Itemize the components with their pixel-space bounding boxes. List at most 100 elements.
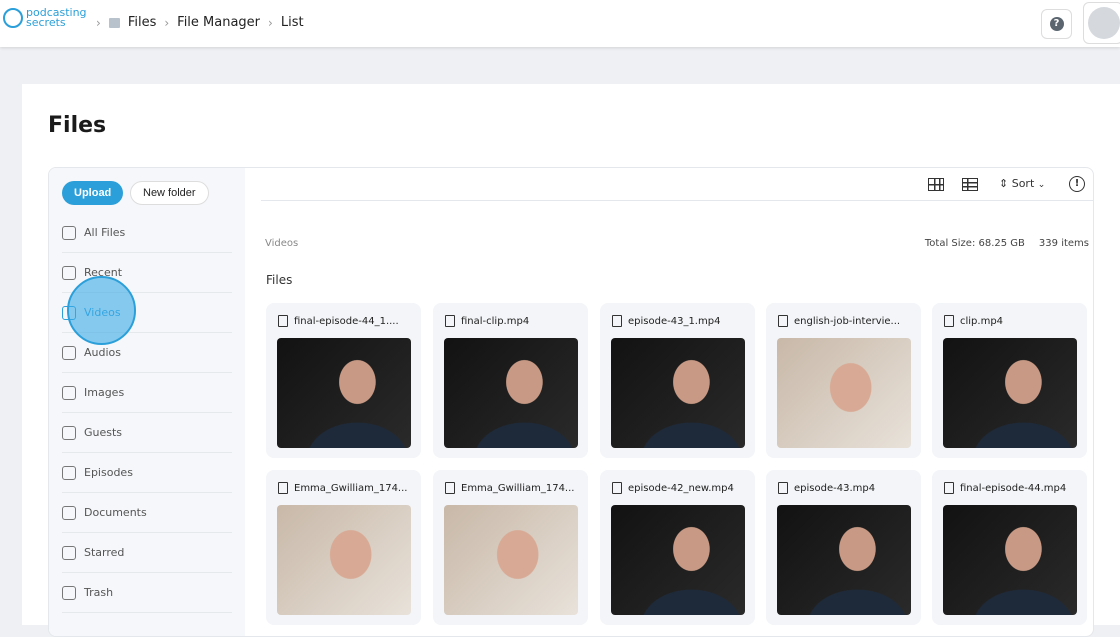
- file-name: english-job-intervie...: [778, 315, 900, 327]
- current-path: Videos: [265, 238, 299, 249]
- sidebar-item-images[interactable]: Images: [62, 373, 232, 413]
- file-name-text: episode-43_1.mp4: [628, 315, 721, 327]
- sidebar-item-label: Documents: [84, 506, 147, 519]
- sidebar-item-episodes[interactable]: Episodes: [62, 453, 232, 493]
- breadcrumb: › Files › File Manager › List: [96, 15, 304, 30]
- sidebar: Upload New folder All FilesRecentVideosA…: [49, 168, 245, 636]
- sidebar-nav: All FilesRecentVideosAudiosImagesGuestsE…: [62, 213, 232, 613]
- file-card[interactable]: clip.mp4: [932, 303, 1087, 458]
- video-file-icon: [778, 315, 788, 327]
- video-file-icon: [612, 315, 622, 327]
- sidebar-item-starred[interactable]: Starred: [62, 533, 232, 573]
- file-card[interactable]: episode-43_1.mp4: [600, 303, 755, 458]
- file-name: final-clip.mp4: [445, 315, 529, 327]
- file-name: Emma_Gwilliam_174...: [445, 482, 574, 494]
- logo[interactable]: podcasting secrets: [3, 7, 96, 28]
- user-icon: [1088, 7, 1120, 39]
- video-thumbnail[interactable]: [943, 505, 1077, 615]
- sort-button[interactable]: ⇕ Sort ⌄: [999, 177, 1045, 190]
- video-thumbnail[interactable]: [777, 338, 911, 448]
- sidebar-item-label: Starred: [84, 546, 125, 559]
- file-name-text: final-episode-44_1....: [294, 315, 399, 327]
- list-view-icon[interactable]: [962, 178, 978, 191]
- sidebar-item-all-files[interactable]: All Files: [62, 213, 232, 253]
- sidebar-item-label: Episodes: [84, 466, 133, 479]
- file-name: final-episode-44.mp4: [944, 482, 1066, 494]
- breadcrumb-file-manager[interactable]: File Manager: [177, 15, 260, 30]
- file-name: Emma_Gwilliam_174...: [278, 482, 407, 494]
- file-card[interactable]: episode-42_new.mp4: [600, 470, 755, 625]
- video-file-icon: [778, 482, 788, 494]
- file-name-text: final-episode-44.mp4: [960, 482, 1067, 494]
- file-card[interactable]: Emma_Gwilliam_174...: [433, 470, 588, 625]
- file-card[interactable]: Emma_Gwilliam_174...: [266, 470, 421, 625]
- images-icon: [62, 385, 76, 400]
- info-icon[interactable]: !: [1069, 176, 1085, 192]
- recent-icon: [62, 265, 76, 280]
- upload-button[interactable]: Upload: [62, 181, 124, 205]
- starred-icon: [62, 545, 76, 560]
- file-card[interactable]: episode-43.mp4: [766, 470, 921, 625]
- video-file-icon: [612, 482, 622, 494]
- video-thumbnail[interactable]: [444, 338, 578, 448]
- sidebar-item-label: Audios: [84, 346, 121, 359]
- item-count: 339 items: [1038, 238, 1089, 249]
- avatar[interactable]: [1083, 2, 1120, 44]
- sidebar-item-label: All Files: [84, 226, 126, 239]
- logo-icon: [3, 8, 23, 28]
- video-thumbnail[interactable]: [611, 338, 745, 448]
- video-file-icon: [944, 315, 954, 327]
- audios-icon: [62, 345, 76, 360]
- guests-icon: [62, 425, 76, 440]
- file-name: episode-43_1.mp4: [612, 315, 720, 327]
- video-file-icon: [278, 482, 288, 494]
- file-name-text: episode-43.mp4: [794, 482, 876, 494]
- file-card[interactable]: final-episode-44.mp4: [932, 470, 1087, 625]
- file-name: episode-42_new.mp4: [612, 482, 734, 494]
- sidebar-item-trash[interactable]: Trash: [62, 573, 232, 613]
- sidebar-item-documents[interactable]: Documents: [62, 493, 232, 533]
- page-title: Files: [48, 113, 107, 138]
- file-card[interactable]: final-clip.mp4: [433, 303, 588, 458]
- sidebar-item-label: Trash: [84, 586, 114, 599]
- trash-icon: [62, 585, 76, 600]
- file-name: final-episode-44_1....: [278, 315, 399, 327]
- sidebar-item-guests[interactable]: Guests: [62, 413, 232, 453]
- file-card[interactable]: final-episode-44_1....: [266, 303, 421, 458]
- all-files-icon: [62, 225, 76, 240]
- sidebar-item-label: Images: [84, 386, 125, 399]
- video-thumbnail[interactable]: [611, 505, 745, 615]
- breadcrumb-list: List: [280, 15, 304, 30]
- video-file-icon: [445, 315, 455, 327]
- file-card[interactable]: english-job-intervie...: [766, 303, 921, 458]
- documents-icon: [62, 505, 76, 520]
- chevron-right-icon: ›: [268, 15, 273, 30]
- breadcrumb-files[interactable]: Files: [128, 15, 157, 30]
- file-manager: Upload New folder All FilesRecentVideosA…: [48, 167, 1094, 637]
- video-thumbnail[interactable]: [444, 505, 578, 615]
- video-thumbnail[interactable]: [277, 338, 411, 448]
- help-icon: ?: [1049, 17, 1064, 31]
- top-bar: podcasting secrets › Files › File Manage…: [0, 0, 1120, 47]
- new-folder-button[interactable]: New folder: [130, 181, 209, 205]
- video-thumbnail[interactable]: [943, 338, 1077, 448]
- total-size: Total Size: 68.25 GB: [924, 238, 1025, 249]
- file-name-text: episode-42_new.mp4: [628, 482, 734, 494]
- folder-icon: [108, 17, 120, 28]
- click-indicator: [67, 276, 136, 345]
- grid-view-icon[interactable]: [928, 178, 944, 191]
- sidebar-item-label: Guests: [84, 426, 123, 439]
- file-name-text: Emma_Gwilliam_174...: [461, 482, 575, 494]
- file-name-text: Emma_Gwilliam_174...: [294, 482, 408, 494]
- help-button[interactable]: ?: [1041, 9, 1072, 39]
- video-file-icon: [944, 482, 954, 494]
- file-name: episode-43.mp4: [778, 482, 875, 494]
- file-name-text: english-job-intervie...: [794, 315, 901, 327]
- file-name-text: final-clip.mp4: [461, 315, 530, 327]
- file-name-text: clip.mp4: [960, 315, 1004, 327]
- toolbar: ⇕ Sort ⌄ !: [261, 168, 1093, 201]
- video-thumbnail[interactable]: [277, 505, 411, 615]
- chevron-down-icon: ⌄: [1037, 180, 1046, 190]
- video-thumbnail[interactable]: [777, 505, 911, 615]
- storage-summary: Total Size: 68.25 GB 339 items: [925, 238, 1089, 249]
